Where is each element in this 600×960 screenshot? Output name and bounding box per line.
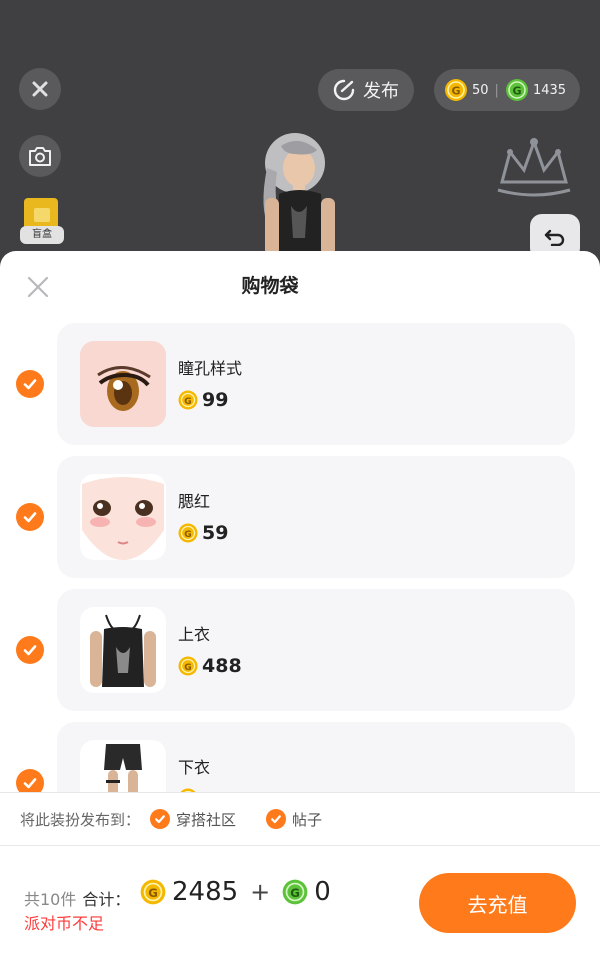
item-thumbnail xyxy=(80,740,166,793)
check-icon xyxy=(155,815,165,824)
green-balance: 1435 xyxy=(532,82,567,98)
item-price-value: 99 xyxy=(202,389,229,411)
gold-coin-icon: G xyxy=(178,523,198,543)
face-blush-icon xyxy=(82,477,164,560)
check-icon xyxy=(23,379,37,390)
gold-total: 2485 xyxy=(172,877,239,907)
blindbox-button[interactable]: 盲盒 xyxy=(20,198,64,246)
avatar-scene: 发布 G 50 | G 1435 盲盒 xyxy=(0,0,600,270)
item-checkbox[interactable] xyxy=(16,503,44,531)
green-coin-icon: G xyxy=(505,79,528,101)
gold-coin-icon: G xyxy=(140,879,166,905)
gold-coin-icon: G xyxy=(178,390,198,410)
bottoms-clothing-icon xyxy=(104,744,142,793)
green-coin-icon: G xyxy=(282,879,308,905)
publish-targets-row: 将此装扮发布到： 穿搭社区 帖子 xyxy=(0,793,600,845)
sum-label: 合计： xyxy=(82,890,131,909)
item-name: 下衣 xyxy=(178,758,211,777)
recharge-button[interactable]: 去充值 xyxy=(419,873,576,933)
camera-icon xyxy=(29,147,51,166)
svg-text:G: G xyxy=(451,85,460,98)
svg-text:G: G xyxy=(290,886,300,900)
item-price: G 488 xyxy=(178,655,242,677)
svg-text:G: G xyxy=(184,397,191,407)
publish-icon xyxy=(333,79,355,101)
item-checkbox[interactable] xyxy=(16,636,44,664)
item-name: 腮红 xyxy=(178,492,211,511)
publish-label: 发布 xyxy=(363,81,399,102)
avatar-character xyxy=(263,133,335,258)
crown-logo-icon xyxy=(497,137,571,197)
insufficient-funds-warning: 派对币不足 xyxy=(24,914,105,933)
gold-coin-icon: G xyxy=(178,656,198,676)
checkout-footer: 共10件 合计： G 2485 + G 0 派对币不足 去充值 xyxy=(0,846,600,960)
publish-checkbox[interactable] xyxy=(150,809,171,829)
plus-sign: + xyxy=(250,878,271,906)
item-name: 瞳孔样式 xyxy=(178,359,243,378)
publish-prompt: 将此装扮发布到： xyxy=(20,810,141,829)
publish-checkbox[interactable] xyxy=(266,809,287,829)
publish-option-community[interactable]: 穿搭社区 xyxy=(150,809,236,830)
item-checkbox[interactable] xyxy=(16,370,44,398)
gold-coin-icon: G xyxy=(445,79,467,101)
svg-text:G: G xyxy=(148,886,158,900)
item-checkbox[interactable] xyxy=(16,769,44,793)
blindbox-label: 盲盒 xyxy=(20,226,64,244)
cart-item-list[interactable]: 瞳孔样式 G 99 腮红 G 59 上衣 G 488 下衣 xyxy=(0,323,600,793)
svg-text:G: G xyxy=(184,530,191,540)
total-price: G 2485 + G 0 xyxy=(140,877,331,907)
shopping-bag-sheet: 购物袋 瞳孔样式 G 99 腮红 G 59 上衣 G 488 下衣 将此装扮发布… xyxy=(0,251,600,960)
check-icon xyxy=(23,512,37,523)
item-thumbnail xyxy=(80,607,166,693)
publish-option-label: 穿搭社区 xyxy=(176,810,237,829)
item-price-value: 59 xyxy=(202,522,229,544)
check-icon xyxy=(271,815,281,824)
item-thumbnail xyxy=(80,474,166,560)
currency-separator: | xyxy=(494,82,499,98)
item-thumbnail xyxy=(80,341,166,427)
svg-text:G: G xyxy=(512,85,521,98)
item-name: 上衣 xyxy=(178,625,211,644)
publish-option-label: 帖子 xyxy=(292,810,323,829)
cart-item[interactable]: 下衣 G xyxy=(0,722,600,793)
blindbox-lid xyxy=(34,208,50,222)
currency-balance[interactable]: G 50 | G 1435 xyxy=(434,69,580,111)
undo-icon xyxy=(544,229,565,246)
gold-balance: 50 xyxy=(472,82,489,98)
green-total: 0 xyxy=(314,877,331,907)
cart-item[interactable]: 上衣 G 488 xyxy=(0,589,600,711)
check-icon xyxy=(23,645,37,656)
check-icon xyxy=(23,778,37,789)
publish-option-post[interactable]: 帖子 xyxy=(266,809,322,830)
top-clothing-icon xyxy=(90,614,156,687)
item-count: 共10件 xyxy=(24,890,77,909)
svg-text:G: G xyxy=(184,663,191,673)
eye-icon xyxy=(97,366,151,411)
item-price: G 99 xyxy=(178,389,228,411)
item-count-line: 共10件 合计： xyxy=(24,886,130,910)
close-scene-button[interactable] xyxy=(19,68,61,110)
cart-item[interactable]: 腮红 G 59 xyxy=(0,456,600,578)
item-price: G 59 xyxy=(178,522,228,544)
sheet-title: 购物袋 xyxy=(241,275,299,297)
close-icon xyxy=(32,81,48,97)
item-price-value: 488 xyxy=(202,655,242,677)
cart-item[interactable]: 瞳孔样式 G 99 xyxy=(0,323,600,445)
publish-button[interactable]: 发布 xyxy=(318,69,414,111)
camera-button[interactable] xyxy=(19,135,61,177)
